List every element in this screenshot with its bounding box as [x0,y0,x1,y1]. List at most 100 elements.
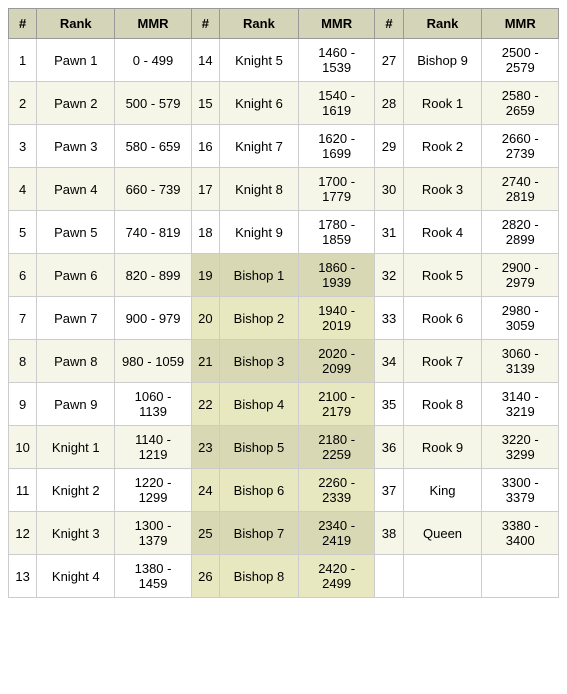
table-row: 7Pawn 7900 - 97920Bishop 21940 - 201933R… [9,297,559,340]
cell-num-3: 29 [375,125,403,168]
col-header-3-rank: Rank [403,9,482,39]
cell-rank-1: Pawn 8 [37,340,115,383]
cell-num-1: 10 [9,426,37,469]
cell-num-1: 8 [9,340,37,383]
cell-num-2: 23 [191,426,219,469]
table-row: 13Knight 41380 - 145926Bishop 82420 - 24… [9,555,559,598]
cell-rank-3 [403,555,482,598]
table-row: 9Pawn 91060 - 113922Bishop 42100 - 21793… [9,383,559,426]
cell-num-1: 2 [9,82,37,125]
cell-mmr-1: 820 - 899 [115,254,192,297]
cell-rank-1: Pawn 7 [37,297,115,340]
cell-mmr-2: 2260 - 2339 [298,469,375,512]
cell-num-1: 7 [9,297,37,340]
cell-rank-1: Knight 1 [37,426,115,469]
cell-rank-1: Pawn 2 [37,82,115,125]
cell-num-1: 3 [9,125,37,168]
cell-rank-2: Bishop 1 [220,254,299,297]
cell-num-3: 33 [375,297,403,340]
cell-mmr-2: 1620 - 1699 [298,125,375,168]
col-header-2-rank: Rank [220,9,299,39]
cell-rank-3: Rook 7 [403,340,482,383]
cell-num-1: 1 [9,39,37,82]
col-header-3-hash: # [375,9,403,39]
cell-mmr-1: 1140 - 1219 [115,426,192,469]
cell-mmr-3: 2820 - 2899 [482,211,559,254]
cell-rank-2: Bishop 7 [220,512,299,555]
cell-mmr-1: 1060 - 1139 [115,383,192,426]
cell-mmr-3: 2500 - 2579 [482,39,559,82]
cell-rank-3: Rook 4 [403,211,482,254]
cell-mmr-2: 1940 - 2019 [298,297,375,340]
cell-mmr-1: 1220 - 1299 [115,469,192,512]
cell-rank-2: Bishop 8 [220,555,299,598]
cell-num-3: 35 [375,383,403,426]
cell-mmr-3: 2980 - 3059 [482,297,559,340]
cell-num-1: 5 [9,211,37,254]
cell-num-3 [375,555,403,598]
cell-num-3: 32 [375,254,403,297]
cell-mmr-3: 3300 - 3379 [482,469,559,512]
cell-rank-3: Rook 3 [403,168,482,211]
cell-rank-2: Bishop 4 [220,383,299,426]
table-row: 1Pawn 10 - 49914Knight 51460 - 153927Bis… [9,39,559,82]
cell-rank-2: Knight 6 [220,82,299,125]
cell-rank-2: Knight 7 [220,125,299,168]
cell-num-2: 19 [191,254,219,297]
cell-rank-1: Pawn 4 [37,168,115,211]
cell-num-3: 34 [375,340,403,383]
cell-mmr-3: 3060 - 3139 [482,340,559,383]
cell-rank-1: Knight 2 [37,469,115,512]
cell-mmr-1: 660 - 739 [115,168,192,211]
cell-mmr-1: 1380 - 1459 [115,555,192,598]
cell-mmr-2: 1780 - 1859 [298,211,375,254]
table-row: 6Pawn 6820 - 89919Bishop 11860 - 193932R… [9,254,559,297]
cell-rank-1: Pawn 3 [37,125,115,168]
cell-mmr-3: 2900 - 2979 [482,254,559,297]
cell-mmr-1: 740 - 819 [115,211,192,254]
cell-num-3: 31 [375,211,403,254]
cell-rank-2: Knight 5 [220,39,299,82]
cell-rank-3: Rook 8 [403,383,482,426]
cell-mmr-2: 2020 - 2099 [298,340,375,383]
cell-rank-2: Knight 9 [220,211,299,254]
cell-mmr-1: 900 - 979 [115,297,192,340]
cell-num-3: 28 [375,82,403,125]
cell-rank-3: Rook 2 [403,125,482,168]
cell-num-1: 11 [9,469,37,512]
cell-mmr-2: 2420 - 2499 [298,555,375,598]
cell-mmr-3: 2660 - 2739 [482,125,559,168]
cell-num-2: 21 [191,340,219,383]
col-header-2-hash: # [191,9,219,39]
cell-rank-1: Pawn 5 [37,211,115,254]
table-row: 3Pawn 3580 - 65916Knight 71620 - 169929R… [9,125,559,168]
col-header-1-rank: Rank [37,9,115,39]
cell-mmr-3: 2580 - 2659 [482,82,559,125]
cell-mmr-2: 1700 - 1779 [298,168,375,211]
cell-mmr-2: 1460 - 1539 [298,39,375,82]
table-row: 10Knight 11140 - 121923Bishop 52180 - 22… [9,426,559,469]
cell-mmr-2: 1540 - 1619 [298,82,375,125]
rank-table-wrapper: # Rank MMR # Rank MMR # Rank MMR 1Pawn 1… [0,0,567,606]
cell-num-2: 16 [191,125,219,168]
cell-num-2: 26 [191,555,219,598]
cell-num-1: 4 [9,168,37,211]
cell-rank-1: Knight 3 [37,512,115,555]
cell-mmr-3: 3220 - 3299 [482,426,559,469]
cell-rank-3: Rook 1 [403,82,482,125]
cell-mmr-2: 2100 - 2179 [298,383,375,426]
cell-num-2: 18 [191,211,219,254]
cell-mmr-3: 3380 - 3400 [482,512,559,555]
cell-rank-2: Bishop 6 [220,469,299,512]
header-row: # Rank MMR # Rank MMR # Rank MMR [9,9,559,39]
cell-rank-2: Bishop 2 [220,297,299,340]
cell-mmr-1: 580 - 659 [115,125,192,168]
col-header-2-mmr: MMR [298,9,375,39]
cell-mmr-2: 2180 - 2259 [298,426,375,469]
cell-rank-3: Rook 5 [403,254,482,297]
cell-mmr-1: 0 - 499 [115,39,192,82]
cell-rank-3: Queen [403,512,482,555]
cell-mmr-1: 500 - 579 [115,82,192,125]
cell-num-1: 13 [9,555,37,598]
cell-mmr-2: 1860 - 1939 [298,254,375,297]
